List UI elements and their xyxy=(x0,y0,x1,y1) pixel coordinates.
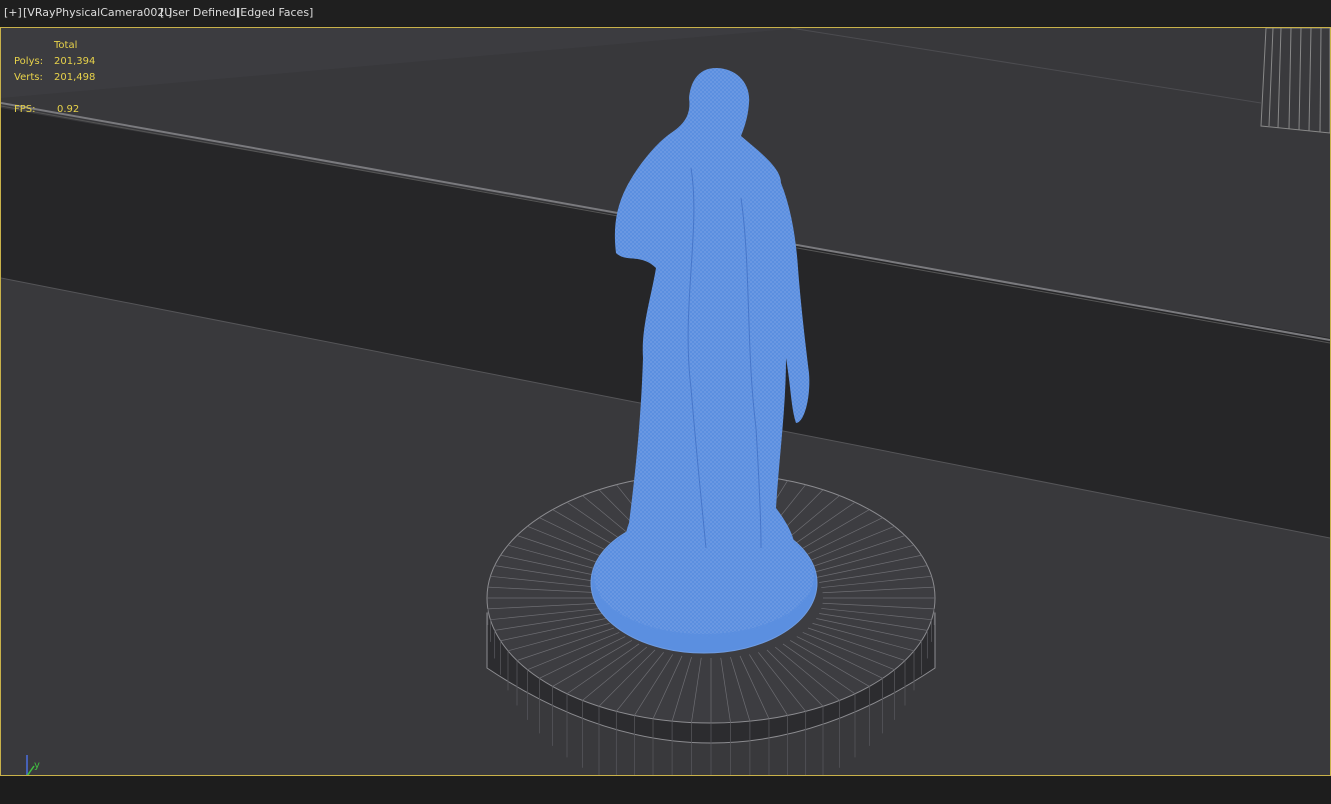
verts-value: 201,498 xyxy=(54,72,96,83)
fps-label: FPS: xyxy=(14,104,36,115)
axis-x-label: x xyxy=(48,774,54,775)
polys-value: 201,394 xyxy=(54,56,96,67)
viewport-label-bar: [+] [VRayPhysicalCamera002 ] [User Defin… xyxy=(0,0,1331,26)
bottom-status-strip xyxy=(0,776,1331,804)
polys-label: Polys: xyxy=(14,56,44,67)
viewport-view-mode-menu[interactable]: [User Defined] xyxy=(160,0,240,26)
3d-viewport[interactable]: y x Total Polys: 201,394 Verts: 201,498 … xyxy=(0,27,1331,776)
fps-value: 0.92 xyxy=(57,104,80,115)
viewport-shading-menu[interactable]: [Edged Faces] xyxy=(236,0,313,26)
stats-header: Total xyxy=(54,40,78,51)
verts-label: Verts: xyxy=(14,72,43,83)
scene-render: y x xyxy=(1,28,1330,775)
viewport-general-menu[interactable]: [+] xyxy=(4,0,22,26)
viewport-camera-menu[interactable]: [VRayPhysicalCamera002 ] xyxy=(23,0,172,26)
column-geometry xyxy=(1260,28,1330,134)
axis-y-label: y xyxy=(34,760,40,771)
